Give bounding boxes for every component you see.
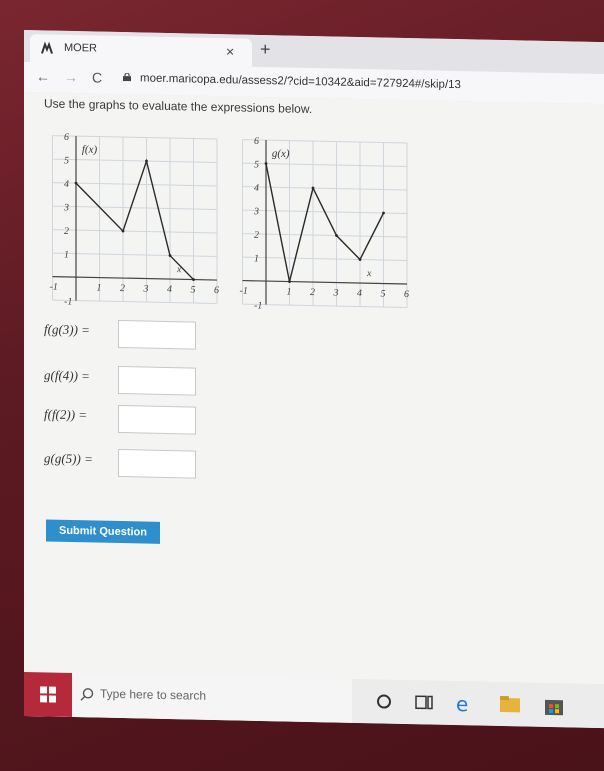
x-tick-label: 2 — [120, 283, 125, 294]
windows-logo-icon — [40, 686, 56, 703]
grid-line — [242, 186, 407, 191]
search-icon — [80, 688, 94, 701]
question-1-expression: f(g(3)) = — [44, 321, 90, 338]
x-axis — [242, 279, 407, 285]
grid-line — [52, 252, 217, 258]
x-tick-label: -1 — [240, 286, 248, 297]
data-point — [311, 186, 315, 190]
grid-line — [52, 205, 217, 211]
question-2-expression: g(f(4)) = — [44, 367, 90, 384]
forward-arrow-icon[interactable]: → — [64, 69, 78, 85]
grid-line — [52, 135, 217, 140]
grid-line — [242, 256, 407, 262]
y-tick-label: 5 — [64, 155, 69, 166]
store-icon[interactable] — [542, 693, 566, 718]
answer-3-input[interactable] — [118, 404, 196, 435]
file-explorer-icon[interactable] — [498, 692, 522, 717]
y-tick-label: 5 — [254, 159, 259, 170]
close-tab-icon[interactable]: × — [226, 43, 234, 59]
data-point — [192, 278, 195, 281]
data-point — [74, 181, 78, 185]
answer-1-input[interactable] — [118, 319, 196, 350]
y-tick-label: 2 — [64, 226, 69, 237]
start-button[interactable] — [24, 672, 72, 718]
answer-2-input[interactable] — [118, 365, 196, 396]
x-tick-label: 6 — [404, 289, 409, 300]
y-tick-label: 3 — [63, 202, 69, 213]
grid-line — [242, 303, 407, 309]
x-tick-label: 3 — [143, 283, 149, 294]
x-tick-label: 4 — [167, 284, 172, 295]
data-point — [335, 234, 338, 237]
svg-text:e: e — [456, 692, 468, 715]
x-tick-label: 6 — [214, 285, 219, 296]
instructions: Use the graphs to evaluate the expressio… — [44, 96, 313, 117]
function-label: f(x) — [82, 144, 98, 156]
moer-logo-icon — [41, 41, 53, 54]
task-view-icon[interactable] — [412, 690, 436, 715]
series-line — [75, 158, 194, 281]
data-point — [168, 254, 172, 257]
taskbar-search[interactable]: Type here to search — [72, 673, 352, 723]
y-tick-label: 1 — [64, 249, 69, 260]
x-tick-label: 3 — [333, 287, 339, 298]
x-tick-label: 2 — [310, 287, 315, 298]
grid-line — [242, 139, 407, 144]
answer-4-input[interactable] — [118, 448, 196, 479]
y-tick-label: 4 — [64, 179, 69, 190]
new-tab-icon[interactable]: + — [260, 39, 271, 60]
y-tick-label: 1 — [254, 253, 259, 264]
x-tick-label: 4 — [357, 288, 362, 299]
edge-browser-icon[interactable]: e — [452, 691, 476, 716]
y-tick-label: 6 — [64, 132, 69, 143]
x-tick-label: 5 — [381, 288, 386, 299]
grid-line — [52, 158, 217, 164]
x-tick-label: -1 — [50, 282, 58, 293]
y-tick-label: -1 — [64, 296, 72, 307]
y-tick-label: 2 — [254, 230, 259, 241]
x-tick-label: 1 — [287, 286, 292, 297]
y-tick-label: 3 — [253, 206, 259, 217]
y-tick-label: 6 — [254, 136, 259, 147]
lock-icon — [123, 73, 131, 82]
cortana-icon[interactable] — [372, 689, 396, 714]
function-label: g(x) — [272, 148, 290, 160]
y-tick-label: 4 — [254, 183, 259, 194]
submit-question-button[interactable]: Submit Question — [46, 519, 160, 544]
data-point — [288, 280, 291, 283]
grid-line — [52, 229, 217, 234]
data-point — [264, 162, 268, 165]
back-arrow-icon[interactable]: ← — [36, 68, 50, 84]
series-line — [265, 163, 385, 282]
url-field[interactable]: moer.maricopa.edu/assess2/?cid=10342&aid… — [140, 72, 461, 91]
g-graph: -1 1 2 3 4 5 6 -1 1 2 3 4 5 6 x g(x) — [240, 136, 409, 312]
tab-title: MOER — [64, 41, 97, 55]
page-content: Use the graphs to evaluate the expressio… — [24, 92, 604, 685]
f-graph: -1 1 2 3 4 5 6 -1 1 2 3 4 5 6 x f(x) — [50, 132, 219, 308]
grid-line — [242, 233, 407, 238]
x-axis-label: x — [176, 264, 182, 275]
question-4-expression: g(g(5)) = — [44, 450, 93, 467]
search-placeholder: Type here to search — [100, 686, 207, 703]
reload-icon[interactable]: C — [92, 69, 102, 85]
x-axis-label: x — [366, 268, 372, 279]
grid-line — [52, 299, 217, 305]
x-tick-label: 1 — [97, 283, 102, 294]
y-tick-label: -1 — [254, 300, 262, 311]
question-3-expression: f(f(2)) = — [44, 406, 88, 423]
x-tick-label: 5 — [191, 284, 196, 295]
monitor-screen: MOER × + ← → C moer.maricopa.edu/assess2… — [24, 30, 604, 729]
